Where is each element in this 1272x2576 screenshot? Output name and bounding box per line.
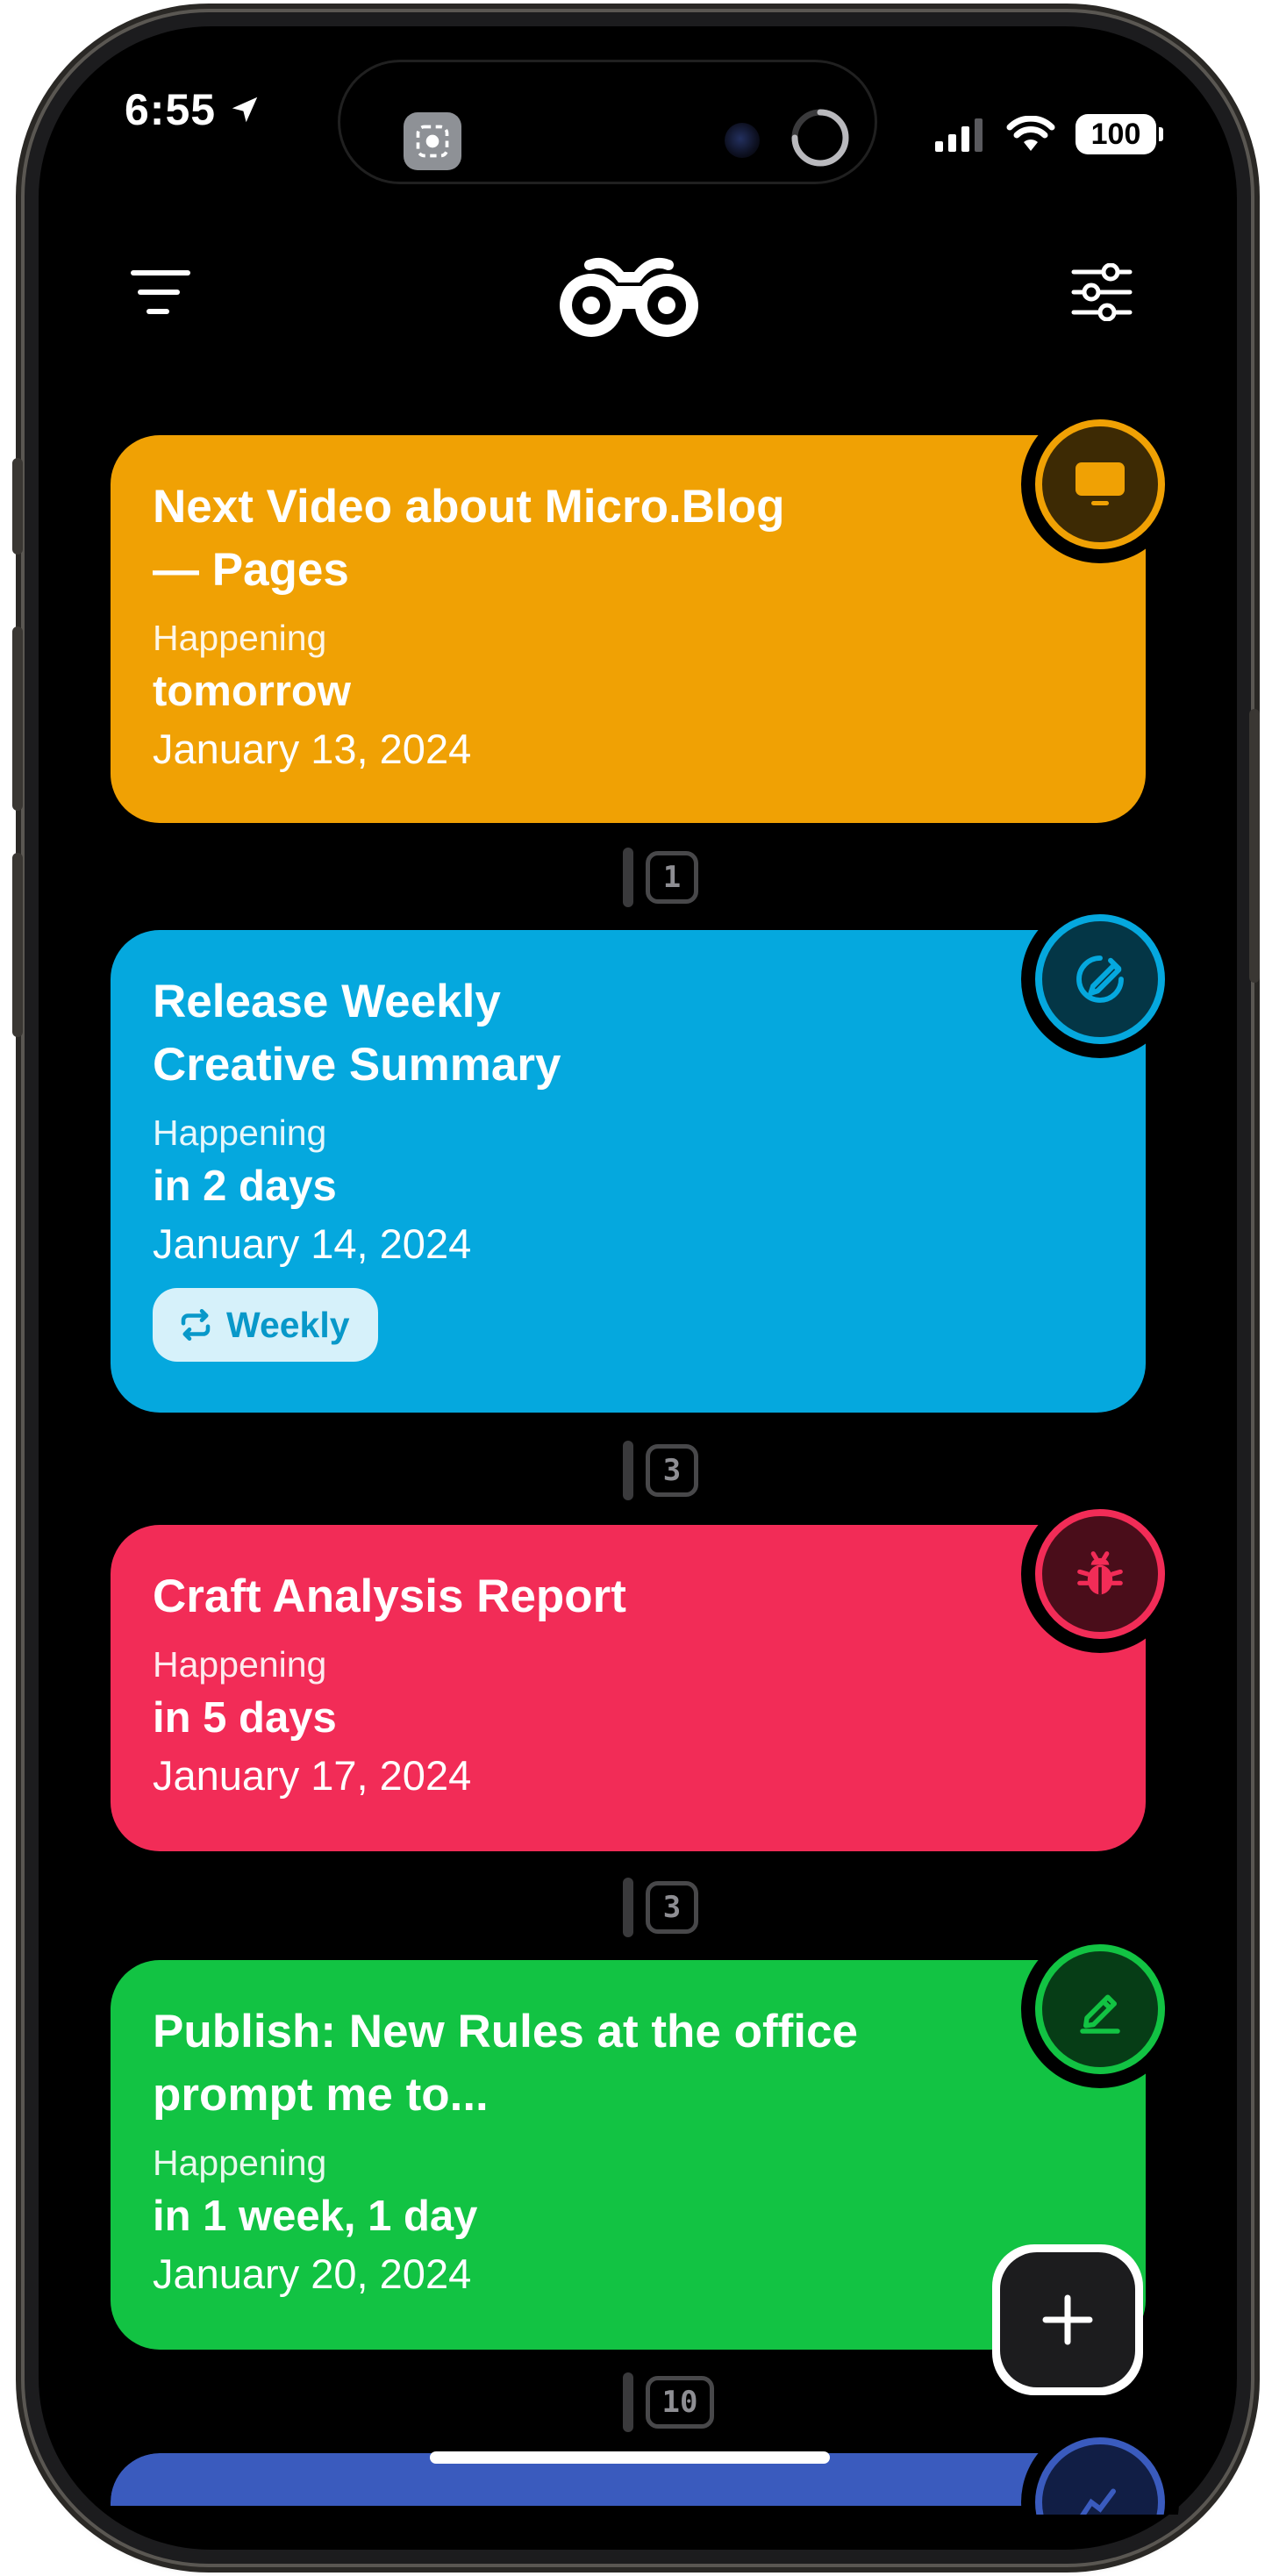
repeat-badge: Weekly: [153, 1288, 378, 1362]
day-gap-connector: 3: [623, 1441, 698, 1500]
power-button: [1249, 709, 1260, 983]
status-time: 6:55: [125, 84, 261, 135]
card-title-line2: Creative Summary: [153, 1039, 561, 1091]
card-icon-circle: [1035, 1944, 1165, 2074]
camera-icon: [725, 123, 760, 158]
card-title: Release Weekly Creative Summary: [153, 970, 942, 1097]
card-icon-circle: [1035, 1509, 1165, 1639]
wifi-icon: [1006, 116, 1055, 151]
card-date: January 13, 2024: [153, 726, 472, 772]
card-label: Happening: [153, 1644, 327, 1685]
event-card[interactable]: Release Weekly Creative Summary Happenin…: [111, 930, 1146, 1413]
day-gap-connector: 10: [623, 2372, 714, 2432]
card-icon-ring: [1021, 405, 1179, 563]
card-icon-ring-partial: [1021, 2423, 1179, 2515]
card-title-line2: prompt me to...: [153, 2069, 489, 2121]
filter-lines-icon[interactable]: [130, 268, 191, 317]
repeat-badge-label: Weekly: [226, 1304, 350, 1345]
status-icons: 100: [933, 114, 1163, 154]
card-icon-circle: [1035, 914, 1165, 1044]
day-gap-badge: 3: [646, 1444, 698, 1497]
day-gap-badge: 3: [646, 1881, 698, 1934]
progress-ring-icon: [791, 109, 849, 167]
connector-line: [623, 2372, 633, 2432]
volume-down-button: [12, 853, 23, 1037]
event-card[interactable]: Publish: New Rules at the office prompt …: [111, 1960, 1146, 2350]
card-icon-ring: [1021, 1495, 1179, 1653]
card-relative-time: in 1 week, 1 day: [153, 2193, 478, 2240]
sliders-icon[interactable]: [1070, 263, 1133, 321]
card-title-line1: Craft Analysis Report: [153, 1571, 626, 1622]
card-title: Craft Analysis Report: [153, 1565, 942, 1628]
pencil-line-icon: [1080, 1994, 1120, 2034]
card-relative-time: in 2 days: [153, 1163, 337, 1210]
battery-indicator: 100: [1075, 114, 1163, 154]
add-event-button[interactable]: [992, 2244, 1143, 2395]
location-arrow-icon: [232, 97, 258, 123]
add-button-inner: [1000, 2252, 1135, 2387]
card-icon-ring: [1021, 900, 1179, 1058]
card-title-line1: Publish: New Rules at the office: [153, 2006, 858, 2057]
repeat-icon: [181, 1308, 211, 1342]
time-text: 6:55: [125, 85, 217, 134]
card-label: Happening: [153, 618, 327, 658]
day-gap-connector: 1: [623, 848, 698, 907]
card-icon-circle: [1035, 2437, 1165, 2515]
battery-level: 100: [1090, 117, 1141, 151]
day-gap-badge: 10: [646, 2376, 714, 2429]
connector-line: [623, 848, 633, 907]
card-date: January 20, 2024: [153, 2250, 472, 2297]
plus-icon: [1042, 2294, 1093, 2345]
card-date: January 17, 2024: [153, 1752, 472, 1799]
card-relative-time: in 5 days: [153, 1694, 337, 1742]
connector-line: [623, 1878, 633, 1937]
volume-up-button: [12, 626, 23, 811]
card-label: Happening: [153, 2143, 327, 2183]
card-icon-ring: [1021, 2423, 1179, 2515]
card-icon-ring: [1021, 1930, 1179, 2088]
card-relative-time: tomorrow: [153, 668, 351, 715]
compass-pencil-icon: [1076, 955, 1124, 1003]
card-title-line1: Release Weekly: [153, 976, 501, 1027]
home-indicator[interactable]: [430, 2451, 830, 2464]
card-title-line1: Next Video about Micro.Blog: [153, 481, 785, 533]
event-card[interactable]: Craft Analysis Report Happening in 5 day…: [111, 1525, 1146, 1851]
action-button: [12, 458, 23, 555]
tv-icon: [1075, 462, 1125, 505]
partial-icon: [1080, 2488, 1116, 2515]
card-icon-circle: [1035, 419, 1165, 549]
event-card[interactable]: Next Video about Micro.Blog — Pages Happ…: [111, 435, 1146, 823]
card-title-line2: — Pages: [153, 544, 349, 596]
card-title: Publish: New Rules at the office prompt …: [153, 2000, 942, 2127]
card-title: Next Video about Micro.Blog — Pages: [153, 476, 942, 602]
binoculars-logo-icon: [560, 257, 698, 337]
connector-line: [623, 1441, 633, 1500]
cellular-signal-icon: [935, 118, 983, 152]
screen-recording-icon: [404, 112, 461, 170]
day-gap-connector: 3: [623, 1878, 698, 1937]
card-label: Happening: [153, 1113, 327, 1153]
day-gap-badge: 1: [646, 851, 698, 904]
bug-icon: [1077, 1551, 1123, 1595]
card-date: January 14, 2024: [153, 1220, 472, 1267]
